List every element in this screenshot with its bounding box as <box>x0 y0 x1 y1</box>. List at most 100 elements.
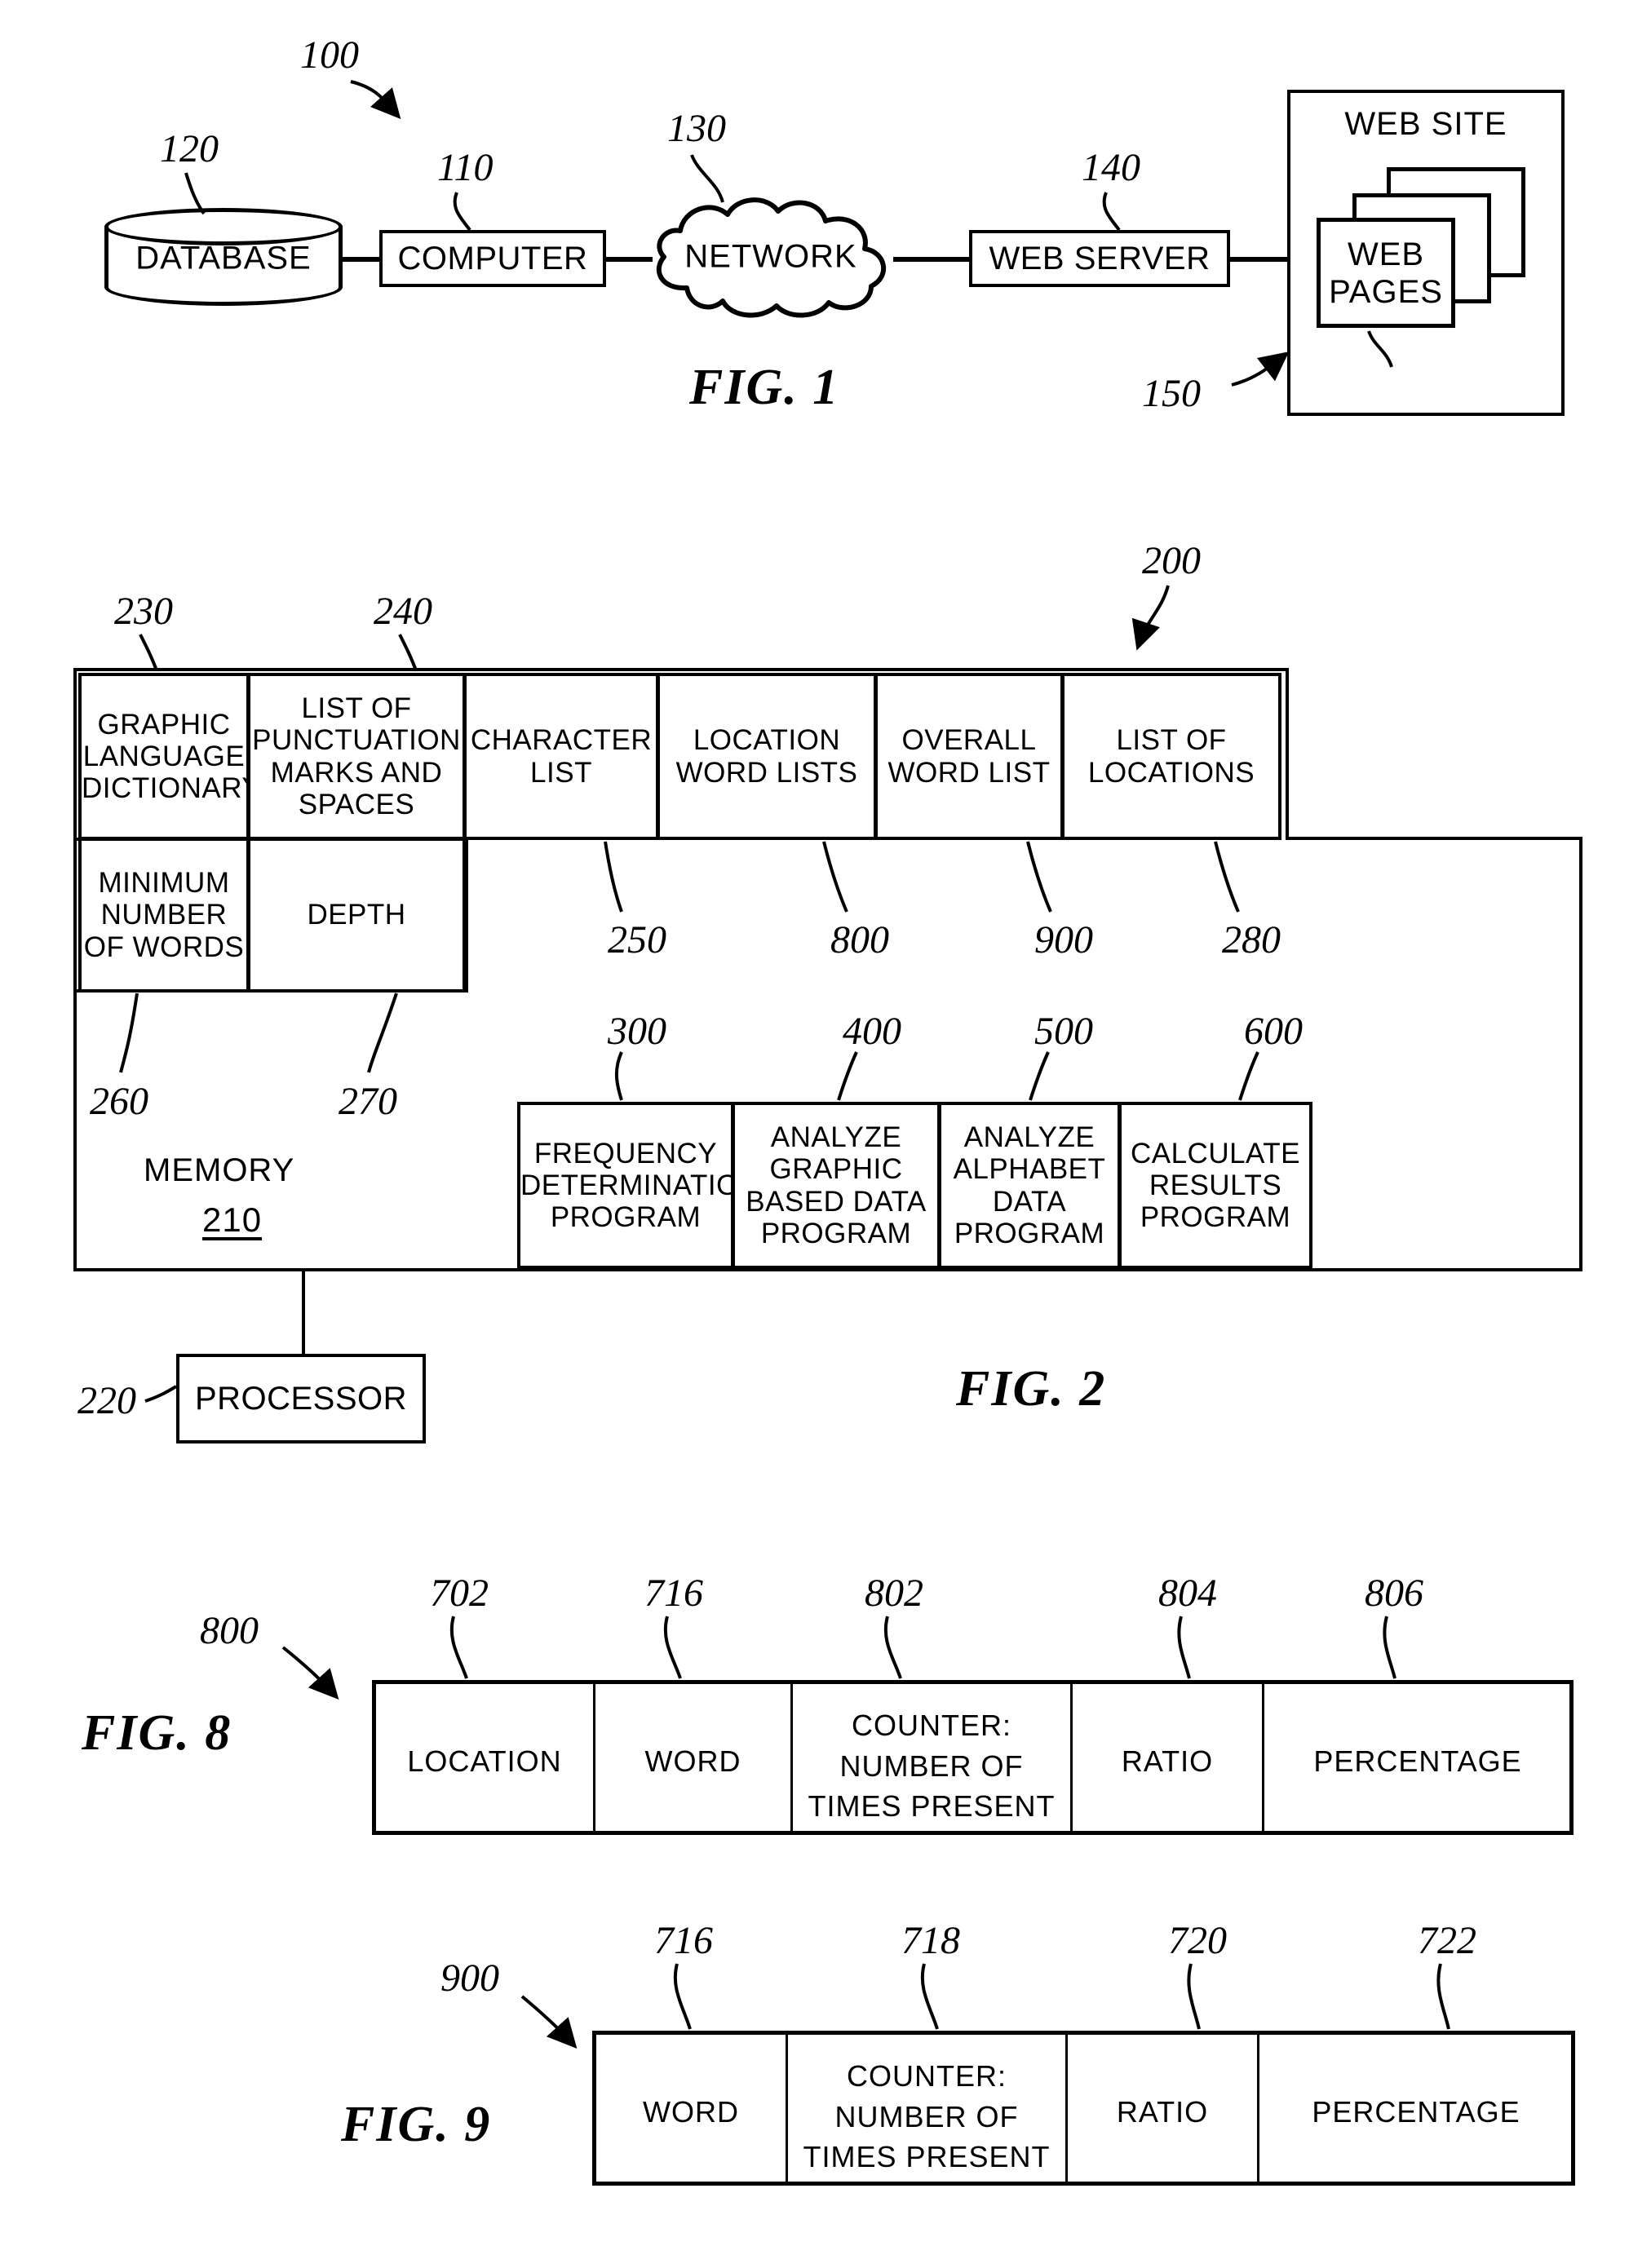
leader-716-fig8 <box>663 1616 682 1679</box>
memory-label: MEMORY <box>144 1152 295 1188</box>
leader-800-memory <box>822 841 848 913</box>
ref-900-fig9: 900 <box>440 1956 499 2000</box>
leader-230 <box>139 634 158 671</box>
leader-220 <box>144 1385 178 1403</box>
memory-row2-divider <box>73 838 468 841</box>
cell-label: LIST OF PUNCTUATION MARKS AND SPACES <box>252 692 461 820</box>
fig9-col-ratio: RATIO <box>1116 2095 1209 2129</box>
leader-140 <box>1102 192 1121 232</box>
ref-240: 240 <box>374 590 432 633</box>
cell-label: LOCATION WORD LISTS <box>675 724 858 789</box>
memory-cell-list-of-punctuation-marks-and-spaces: LIST OF PUNCTUATION MARKS AND SPACES <box>247 673 466 840</box>
memory-outline-top-right-step <box>1286 837 1582 840</box>
network-cloud: NETWORK <box>636 192 905 322</box>
ref-120: 120 <box>160 127 219 170</box>
ref-722: 722 <box>1418 1919 1476 1962</box>
ref-100: 100 <box>300 33 359 77</box>
ref-230: 230 <box>114 590 173 633</box>
memory-cell-minimum-number-of-words: MINIMUM NUMBER OF WORDS <box>78 838 250 993</box>
ref-270: 270 <box>339 1080 397 1123</box>
web-pages-stack: WEB PAGES <box>1313 167 1534 338</box>
ref-140: 140 <box>1082 146 1140 189</box>
ref-718: 718 <box>901 1919 960 1962</box>
ref-716-fig9: 716 <box>654 1919 713 1962</box>
memory-cell-list-of-locations: LIST OF LOCATIONS <box>1061 673 1281 840</box>
ref-800-fig8: 800 <box>200 1609 259 1652</box>
ref-720: 720 <box>1168 1919 1227 1962</box>
leader-600 <box>1238 1051 1259 1101</box>
program-box-analyze-graphic-based-data-program: ANALYZE GRAPHIC BASED DATA PROGRAM <box>732 1102 941 1269</box>
memory-cell-character-list: CHARACTER LIST <box>463 673 659 840</box>
program-box-analyze-alphabet-data-program: ANALYZE ALPHABET DATA PROGRAM <box>938 1102 1121 1269</box>
program-label: ANALYZE GRAPHIC BASED DATA PROGRAM <box>746 1121 927 1249</box>
leader-100 <box>350 80 401 119</box>
fig8-col-ratio: RATIO <box>1121 1744 1214 1778</box>
fig9-col-word: WORD <box>643 2095 739 2129</box>
leader-804 <box>1177 1616 1191 1679</box>
ref-400: 400 <box>843 1010 901 1053</box>
cell-label: MINIMUM NUMBER OF WORDS <box>83 867 245 963</box>
cell-label: GRAPHIC LANGUAGE DICTIONARY <box>82 708 262 805</box>
leader-702 <box>449 1616 468 1679</box>
leader-900-memory <box>1026 841 1052 913</box>
memory-cell-depth: DEPTH <box>247 838 466 993</box>
cell-label: DEPTH <box>307 899 406 931</box>
ref-200: 200 <box>1142 539 1201 582</box>
leader-110 <box>453 192 471 232</box>
memory-cell-location-word-lists: LOCATION WORD LISTS <box>657 673 877 840</box>
leader-250 <box>604 841 623 913</box>
fig9-col-percentage: PERCENTAGE <box>1312 2095 1520 2129</box>
program-label: CALCULATE RESULTS PROGRAM <box>1130 1137 1301 1234</box>
memory-outline-left <box>73 668 77 1271</box>
ref-802: 802 <box>865 1572 923 1615</box>
leader-400 <box>837 1051 858 1101</box>
web-page-front: WEB PAGES <box>1317 218 1455 328</box>
ref-150: 150 <box>1142 372 1201 415</box>
program-label: ANALYZE ALPHABET DATA PROGRAM <box>953 1121 1106 1249</box>
fig9-col-counter: COUNTER: NUMBER OF TIMES PRESENT <box>803 2059 1051 2174</box>
database-label: DATABASE <box>135 240 312 276</box>
memory-outline-top <box>73 668 1289 671</box>
processor-label: PROCESSOR <box>194 1380 408 1417</box>
memory-ref-210: 210 <box>202 1200 263 1239</box>
fig8-col-location: LOCATION <box>407 1744 562 1778</box>
web-pages-label: WEB PAGES <box>1329 236 1443 310</box>
fig8-col-counter: COUNTER: NUMBER OF TIMES PRESENT <box>808 1709 1056 1824</box>
fig8-col-word: WORD <box>644 1744 741 1778</box>
web-site-label: WEB SITE <box>1344 106 1507 142</box>
ref-300: 300 <box>608 1010 666 1053</box>
network-label: NETWORK <box>684 238 857 275</box>
web-server-label: WEB SERVER <box>989 240 1211 276</box>
leader-300 <box>615 1051 623 1101</box>
leader-900-fig9 <box>520 1995 578 2049</box>
ref-800-memory: 800 <box>830 918 889 962</box>
ref-280: 280 <box>1222 918 1281 962</box>
memory-processor-connector <box>302 1270 305 1355</box>
database-cylinder: DATABASE <box>104 208 343 306</box>
ref-600: 600 <box>1244 1010 1303 1053</box>
leader-716-fig9 <box>673 1963 692 2030</box>
web-server-box: WEB SERVER <box>969 230 1230 287</box>
leader-806 <box>1383 1616 1396 1679</box>
fig2-caption: FIG. 2 <box>956 1361 1107 1417</box>
leader-240 <box>398 634 418 671</box>
program-box-calculate-results-program: CALCULATE RESULTS PROGRAM <box>1118 1102 1312 1269</box>
cell-label: OVERALL WORD LIST <box>887 724 1051 789</box>
leader-270 <box>367 993 398 1073</box>
leader-500 <box>1029 1051 1050 1101</box>
ref-804: 804 <box>1158 1572 1217 1615</box>
leader-200 <box>1131 585 1170 651</box>
program-label: FREQUENCY DETERMINATION PROGRAM <box>520 1137 760 1234</box>
computer-label: COMPUTER <box>397 240 588 276</box>
patent-drawing-sheet: 100 120 110 130 140 150 160 DATABASE COM… <box>0 0 1651 2268</box>
ref-250: 250 <box>608 918 666 962</box>
fig1-caption: FIG. 1 <box>689 360 840 415</box>
leader-802 <box>883 1616 902 1679</box>
cell-label: CHARACTER LIST <box>470 724 653 789</box>
leader-722 <box>1436 1963 1450 2030</box>
leader-800-fig8 <box>281 1646 339 1700</box>
ref-702: 702 <box>430 1572 489 1615</box>
ref-806: 806 <box>1365 1572 1423 1615</box>
memory-outline-right-upper <box>1286 668 1289 840</box>
leader-720 <box>1187 1963 1201 2030</box>
